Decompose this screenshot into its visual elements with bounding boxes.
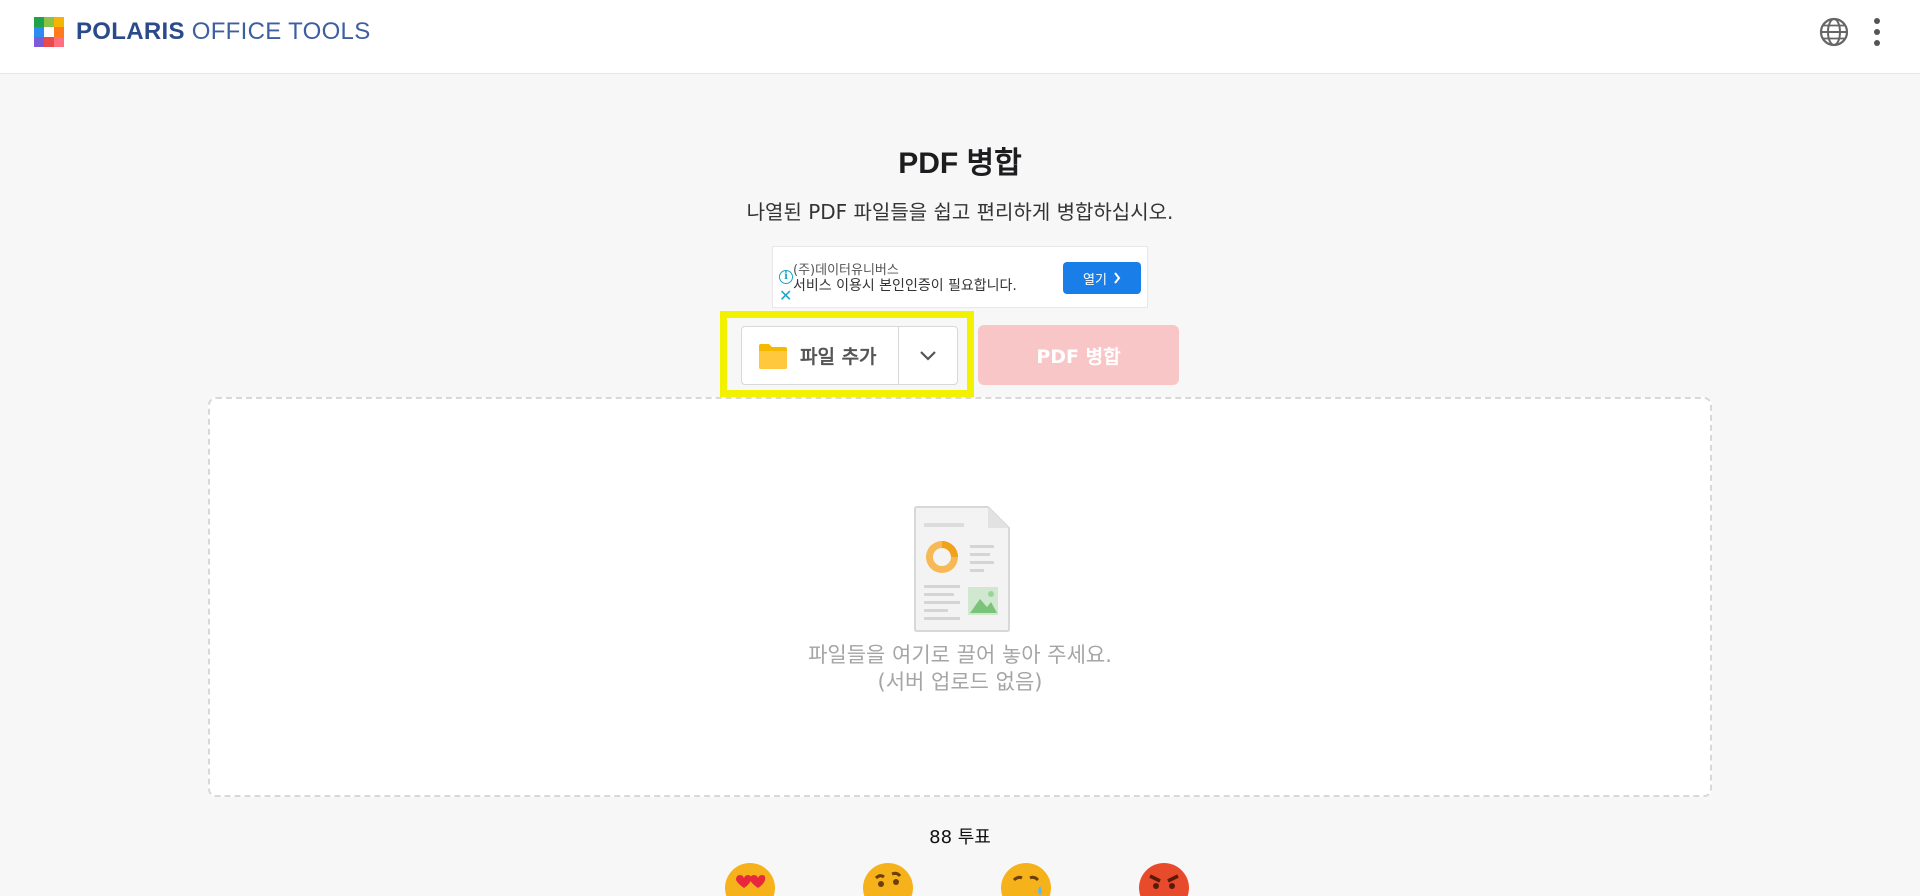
- polaris-logo[interactable]: POLARIS OFFICE TOOLS: [34, 16, 371, 48]
- logo-rest: OFFICE TOOLS: [191, 18, 371, 45]
- angry-emoji[interactable]: [1138, 862, 1190, 896]
- add-file-label: 파일 추가: [800, 346, 877, 368]
- chevron-right-icon: [1114, 272, 1121, 284]
- ad-text: 서비스 이용시 본인인증이 필요합니다.: [793, 278, 1017, 294]
- heart-eyes-emoji[interactable]: [724, 862, 776, 896]
- thinking-emoji[interactable]: [862, 862, 914, 896]
- chevron-down-icon: [920, 350, 936, 361]
- drop-hint: 파일들을 여기로 끌어 놓아 주세요.: [808, 643, 1112, 667]
- ad-close-icon[interactable]: ✕: [779, 288, 792, 304]
- add-file-options-button[interactable]: [897, 327, 957, 384]
- page-subtitle: 나열된 PDF 파일들을 쉽고 편리하게 병합하십시오.: [746, 200, 1174, 224]
- file-drop-zone[interactable]: 파일들을 여기로 끌어 놓아 주세요. (서버 업로드 없음): [208, 397, 1712, 797]
- ad-info-icon[interactable]: i: [779, 270, 793, 284]
- add-file-dropdown[interactable]: 파일 추가: [741, 326, 958, 385]
- folder-icon: [759, 343, 787, 369]
- pdf-merge-button[interactable]: PDF 병합: [978, 325, 1179, 385]
- more-vertical-icon[interactable]: [1872, 17, 1882, 47]
- document-illustration-icon: [914, 506, 1010, 632]
- globe-icon[interactable]: [1818, 16, 1850, 48]
- page-title: PDF 병합: [898, 147, 1022, 180]
- add-file-button[interactable]: 파일 추가: [742, 327, 898, 384]
- logo-brand: POLARIS: [76, 18, 185, 45]
- logo-mark-icon: [34, 17, 64, 47]
- top-header: POLARIS OFFICE TOOLS: [0, 0, 1920, 74]
- drop-subhint: (서버 업로드 없음): [877, 670, 1043, 694]
- sweat-emoji[interactable]: [1000, 862, 1052, 896]
- logo-text: POLARIS OFFICE TOOLS: [76, 18, 371, 46]
- vote-count: 88 투표: [929, 827, 991, 848]
- ad-banner[interactable]: i ✕ (주)데이터유니버스 서비스 이용시 본인인증이 필요합니다. 열기: [772, 246, 1148, 308]
- ad-open-label: 열기: [1083, 272, 1107, 288]
- ad-open-button[interactable]: 열기: [1063, 262, 1141, 294]
- emoji-rating-row: [724, 862, 1204, 896]
